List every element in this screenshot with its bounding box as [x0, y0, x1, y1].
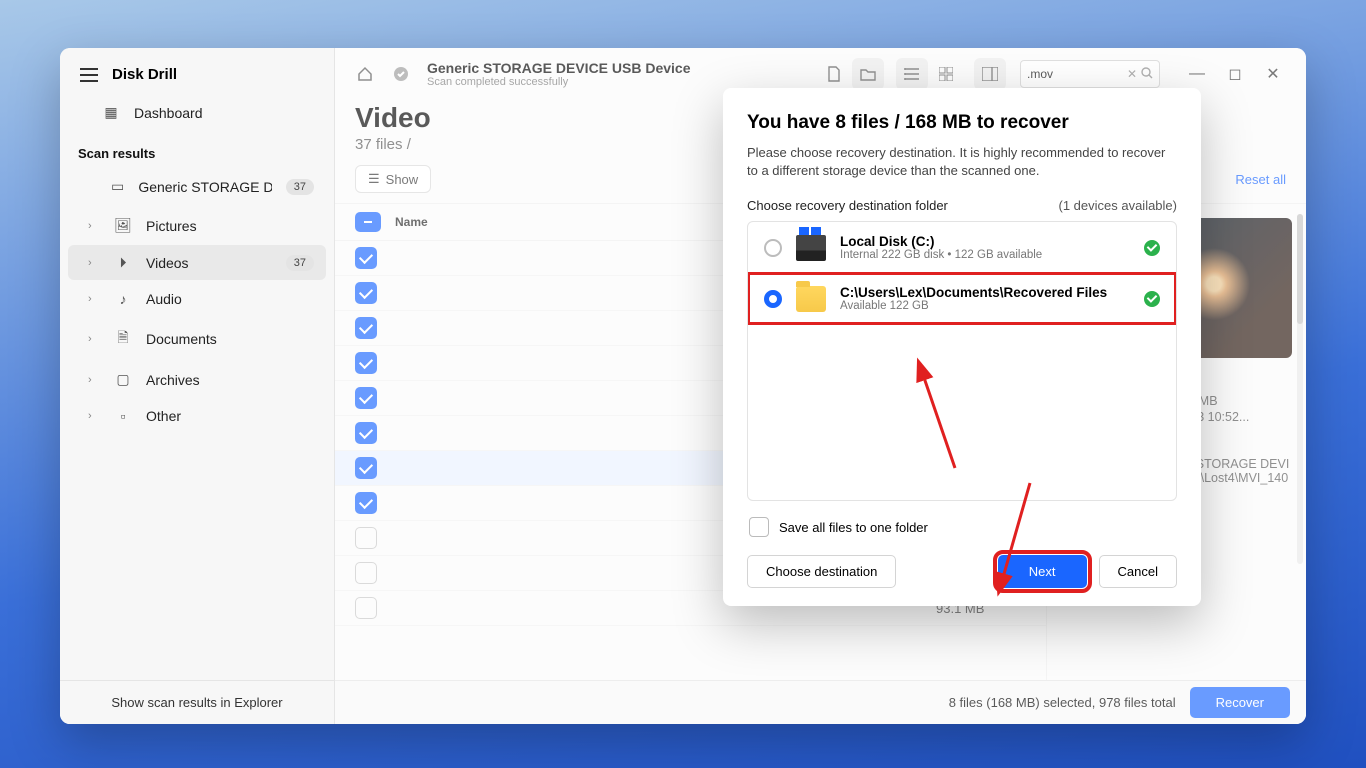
- checkbox-icon: [749, 517, 769, 537]
- sidebar-item-archives[interactable]: › ▢ Archives: [68, 362, 326, 397]
- count-badge: 37: [286, 255, 314, 271]
- check-ok-icon: [1144, 291, 1160, 307]
- chevron-right-icon: ›: [88, 257, 100, 269]
- radio-selected-icon: [764, 290, 782, 308]
- category-icon: 🖼: [114, 217, 132, 234]
- sidebar-device[interactable]: ▭ Generic STORAGE DEVIC... 37: [68, 169, 326, 204]
- category-icon: ▫: [114, 408, 132, 424]
- sidebar-footer-link[interactable]: Show scan results in Explorer: [60, 680, 334, 724]
- modal-title: You have 8 files / 168 MB to recover: [747, 112, 1177, 134]
- disk-drive-icon: [796, 235, 826, 261]
- main-area: Generic STORAGE DEVICE USB Device Scan c…: [335, 48, 1306, 724]
- sidebar-item-label: Videos: [146, 255, 189, 271]
- recovery-destination-modal: You have 8 files / 168 MB to recover Ple…: [723, 88, 1201, 606]
- dest1-title: Local Disk (C:): [840, 234, 1042, 249]
- destination-recovered-files[interactable]: C:\Users\Lex\Documents\Recovered Files A…: [748, 273, 1176, 324]
- chevron-right-icon: ›: [88, 293, 100, 305]
- category-icon: ♪: [114, 291, 132, 307]
- sidebar-device-badge: 37: [286, 179, 314, 195]
- sidebar-dashboard[interactable]: ▦ Dashboard: [68, 95, 326, 130]
- chevron-right-icon: ›: [88, 410, 100, 422]
- destination-list: Local Disk (C:) Internal 222 GB disk • 1…: [747, 221, 1177, 501]
- sidebar-item-videos[interactable]: › ⏵ Videos 37: [68, 245, 326, 280]
- sidebar-device-label: Generic STORAGE DEVIC...: [138, 179, 271, 195]
- sidebar: Disk Drill ▦ Dashboard Scan results ▭ Ge…: [60, 48, 335, 724]
- app-title: Disk Drill: [112, 66, 177, 83]
- category-icon: 🗎: [114, 327, 132, 351]
- sidebar-item-label: Pictures: [146, 218, 197, 234]
- check-ok-icon: [1144, 240, 1160, 256]
- modal-description: Please choose recovery destination. It i…: [747, 144, 1177, 180]
- dest2-sub: Available 122 GB: [840, 300, 1107, 312]
- cancel-button[interactable]: Cancel: [1099, 555, 1177, 588]
- next-button[interactable]: Next: [998, 555, 1087, 588]
- sidebar-item-label: Audio: [146, 291, 182, 307]
- dest2-title: C:\Users\Lex\Documents\Recovered Files: [840, 285, 1107, 300]
- sidebar-item-pictures[interactable]: › 🖼 Pictures: [68, 208, 326, 243]
- chevron-right-icon: ›: [88, 333, 100, 345]
- sidebar-item-label: Archives: [146, 372, 200, 388]
- devices-available: (1 devices available): [1058, 198, 1177, 213]
- chevron-right-icon: ›: [88, 374, 100, 386]
- app-window: Disk Drill ▦ Dashboard Scan results ▭ Ge…: [60, 48, 1306, 724]
- category-icon: ⏵: [114, 254, 132, 271]
- radio-unselected-icon: [764, 239, 782, 257]
- sidebar-item-documents[interactable]: › 🗎 Documents: [68, 318, 326, 360]
- sidebar-item-label: Other: [146, 408, 181, 424]
- folder-yellow-icon: [796, 286, 826, 312]
- choose-label: Choose recovery destination folder: [747, 198, 948, 213]
- menu-icon[interactable]: [80, 68, 98, 82]
- grid-icon: ▦: [102, 104, 120, 121]
- choose-destination-button[interactable]: Choose destination: [747, 555, 896, 588]
- chevron-right-icon: ›: [88, 220, 100, 232]
- sidebar-item-label: Documents: [146, 331, 217, 347]
- category-icon: ▢: [114, 371, 132, 388]
- save-all-checkbox-row[interactable]: Save all files to one folder: [749, 517, 1177, 537]
- drive-icon: ▭: [111, 178, 124, 195]
- sidebar-heading: Scan results: [60, 132, 334, 167]
- sidebar-item-audio[interactable]: › ♪ Audio: [68, 282, 326, 316]
- destination-local-disk[interactable]: Local Disk (C:) Internal 222 GB disk • 1…: [748, 222, 1176, 273]
- sidebar-dashboard-label: Dashboard: [134, 105, 203, 121]
- save-all-label: Save all files to one folder: [779, 520, 928, 535]
- sidebar-item-other[interactable]: › ▫ Other: [68, 399, 326, 433]
- dest1-sub: Internal 222 GB disk • 122 GB available: [840, 249, 1042, 261]
